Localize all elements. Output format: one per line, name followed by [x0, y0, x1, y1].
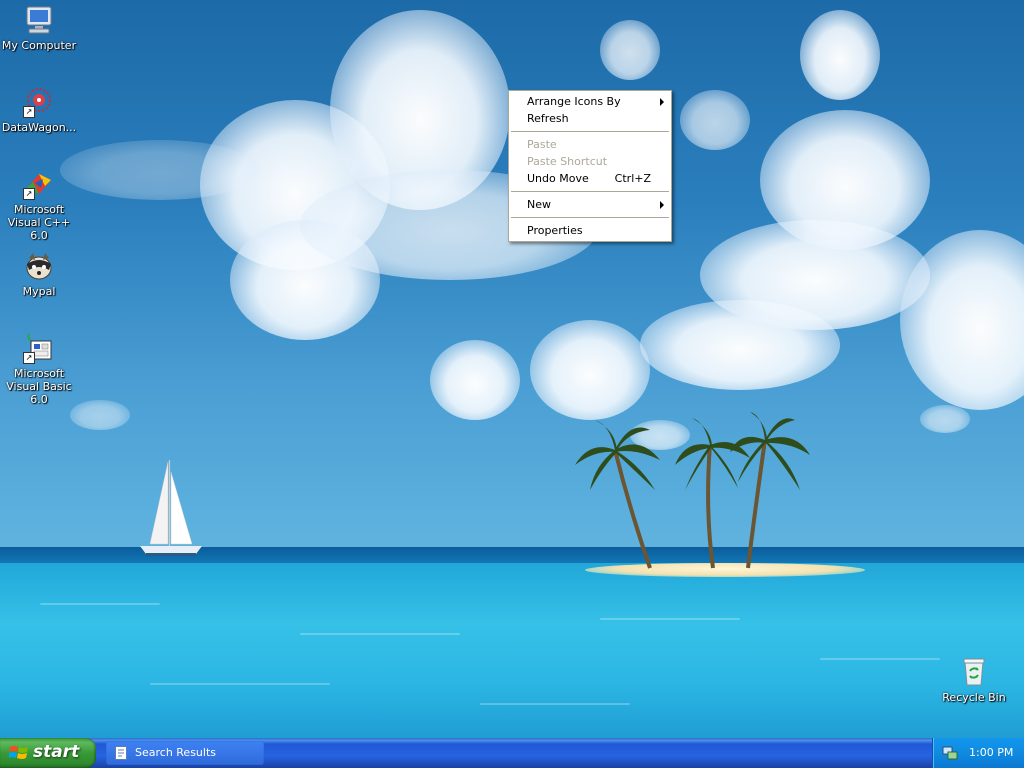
menu-item-label: Paste Shortcut — [527, 155, 608, 168]
desktop-icon-mypal[interactable]: Mypal — [0, 250, 78, 298]
taskbar: start Search Results 1:00 PM — [0, 738, 1024, 768]
shortcut-arrow-icon: ↗ — [23, 352, 35, 364]
desktop-icon-my-computer[interactable]: My Computer — [0, 4, 78, 52]
desktop-icon-recycle-bin[interactable]: Recycle Bin — [935, 656, 1013, 704]
desktop-icon-visual-cpp[interactable]: ↗ Microsoft Visual C++ 6.0 — [0, 168, 78, 242]
search-results-icon — [115, 746, 127, 760]
menu-item-properties[interactable]: Properties — [509, 222, 671, 239]
submenu-arrow-icon — [660, 201, 664, 209]
desktop[interactable]: My Computer ↗ DataWagon... ↗ Microsoft V… — [0, 0, 1024, 738]
menu-item-refresh[interactable]: Refresh — [509, 110, 671, 127]
menu-item-paste: Paste — [509, 136, 671, 153]
menu-item-label: Arrange Icons By — [527, 95, 621, 108]
visual-basic-icon: ↗ — [23, 332, 55, 364]
cloud — [760, 110, 930, 250]
cloud — [600, 20, 660, 80]
menu-item-paste-shortcut: Paste Shortcut — [509, 153, 671, 170]
visual-cpp-icon: ↗ — [23, 168, 55, 200]
menu-separator — [511, 191, 669, 192]
palm-trees-image — [575, 412, 810, 569]
desktop-icon-label: DataWagon... — [1, 121, 77, 134]
windows-logo-icon — [9, 746, 28, 759]
system-tray: 1:00 PM — [932, 738, 1024, 768]
start-label: start — [33, 742, 80, 762]
sailboat-image — [140, 460, 202, 556]
menu-item-undo-move[interactable]: Undo Move Ctrl+Z — [509, 170, 671, 187]
desktop-icon-visual-basic[interactable]: ↗ Microsoft Visual Basic 6.0 — [0, 332, 78, 406]
menu-separator — [511, 131, 669, 132]
desktop-icon-label: Microsoft Visual C++ 6.0 — [7, 203, 71, 242]
cloud — [70, 400, 130, 430]
shortcut-arrow-icon: ↗ — [23, 188, 35, 200]
menu-item-arrange-icons-by[interactable]: Arrange Icons By — [509, 93, 671, 110]
menu-item-label: New — [527, 198, 551, 211]
mypal-icon — [23, 250, 55, 282]
menu-item-label: Undo Move — [527, 172, 589, 185]
desktop-context-menu: Arrange Icons By Refresh Paste Paste Sho… — [508, 90, 672, 242]
network-icon[interactable] — [942, 745, 958, 761]
cloud — [800, 10, 880, 100]
clock[interactable]: 1:00 PM — [969, 738, 1013, 768]
menu-item-new[interactable]: New — [509, 196, 671, 213]
desktop-icon-label: Mypal — [22, 285, 56, 298]
desktop-icon-label: My Computer — [1, 39, 77, 52]
menu-item-label: Refresh — [527, 112, 569, 125]
menu-item-shortcut: Ctrl+Z — [614, 172, 651, 185]
desktop-icon-label: Microsoft Visual Basic 6.0 — [6, 367, 72, 406]
my-computer-icon — [23, 4, 55, 36]
taskbar-button-search-results[interactable]: Search Results — [106, 741, 264, 765]
menu-separator — [511, 217, 669, 218]
desktop-icon-datawagon[interactable]: ↗ DataWagon... — [0, 86, 78, 134]
desktop-icon-label: Recycle Bin — [942, 691, 1006, 704]
start-button[interactable]: start — [0, 738, 96, 768]
cloud — [920, 405, 970, 433]
datawagon-icon: ↗ — [23, 86, 55, 118]
menu-item-label: Paste — [527, 138, 557, 151]
cloud — [530, 320, 650, 420]
recycle-bin-icon — [958, 656, 990, 688]
cloud — [430, 340, 520, 420]
taskbar-button-label: Search Results — [135, 746, 217, 759]
cloud — [680, 90, 750, 150]
cloud — [60, 140, 260, 200]
sea — [0, 563, 1024, 738]
submenu-arrow-icon — [660, 98, 664, 106]
menu-item-label: Properties — [527, 224, 583, 237]
shortcut-arrow-icon: ↗ — [23, 106, 35, 118]
